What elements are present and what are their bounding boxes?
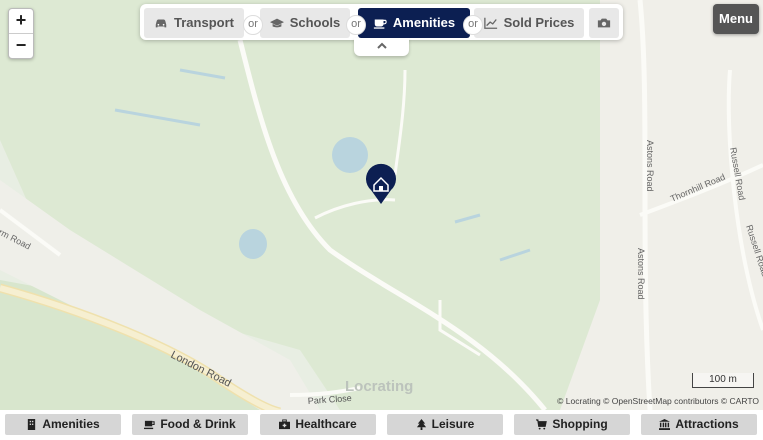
road-label-astons-2: Astons Road bbox=[636, 248, 646, 300]
category-label: Attractions bbox=[675, 417, 739, 431]
chevron-up-icon bbox=[376, 42, 387, 49]
landmark-icon bbox=[659, 419, 671, 430]
sold-prices-button[interactable]: Sold Prices bbox=[474, 8, 584, 38]
road-label-astons-1: Astons Road bbox=[645, 140, 655, 192]
tree-icon bbox=[416, 419, 426, 430]
amenities-button[interactable]: Amenities bbox=[358, 8, 470, 38]
graduation-cap-icon bbox=[269, 18, 284, 28]
camera-icon bbox=[597, 18, 611, 28]
scale-bar: 100 m bbox=[692, 373, 754, 388]
camera-button[interactable] bbox=[589, 8, 619, 38]
category-leisure-button[interactable]: Leisure bbox=[387, 414, 503, 435]
car-icon bbox=[155, 19, 167, 28]
line-chart-icon bbox=[483, 17, 497, 29]
or-separator: or bbox=[243, 15, 263, 35]
coffee-cup-icon bbox=[144, 420, 155, 430]
zoom-control: + − bbox=[8, 8, 34, 59]
sold-prices-label: Sold Prices bbox=[503, 15, 575, 30]
category-attractions-button[interactable]: Attractions bbox=[641, 414, 757, 435]
category-shopping-button[interactable]: Shopping bbox=[514, 414, 630, 435]
category-label: Healthcare bbox=[295, 417, 357, 431]
schools-button[interactable]: Schools bbox=[260, 8, 350, 38]
schools-label: Schools bbox=[289, 15, 341, 30]
map-canvas[interactable]: London Road Park Close Astons Road Aston… bbox=[0, 0, 763, 410]
coffee-cup-icon bbox=[373, 19, 387, 29]
attribution-osm[interactable]: © OpenStreetMap contributors bbox=[603, 396, 718, 406]
menu-button[interactable]: Menu bbox=[713, 4, 759, 34]
or-separator: or bbox=[346, 15, 366, 35]
transport-button[interactable]: Transport bbox=[144, 8, 244, 38]
category-label: Food & Drink bbox=[160, 417, 236, 431]
category-label: Amenities bbox=[42, 417, 100, 431]
or-separator: or bbox=[463, 15, 483, 35]
category-healthcare-button[interactable]: Healthcare bbox=[260, 414, 376, 435]
category-label: Leisure bbox=[431, 417, 475, 431]
category-food-drink-button[interactable]: Food & Drink bbox=[132, 414, 248, 435]
category-amenities-button[interactable]: Amenities bbox=[5, 414, 121, 435]
transport-label: Transport bbox=[174, 15, 234, 30]
category-label: Shopping bbox=[552, 417, 608, 431]
amenities-label: Amenities bbox=[392, 15, 456, 30]
collapse-toolbar-button[interactable] bbox=[354, 38, 409, 56]
zoom-in-button[interactable]: + bbox=[9, 9, 33, 33]
zoom-out-button[interactable]: − bbox=[9, 33, 33, 58]
medical-kit-icon bbox=[279, 419, 291, 430]
building-icon bbox=[28, 419, 36, 430]
category-bar: Amenities Food & Drink Healthcare Leisur… bbox=[0, 410, 763, 440]
attribution-locrating[interactable]: © Locrating bbox=[557, 396, 601, 406]
shopping-cart-icon bbox=[536, 419, 548, 430]
layer-toolbar: Transport or Schools or Amenities or Sol… bbox=[140, 4, 623, 40]
locrating-watermark: Locrating bbox=[345, 378, 414, 395]
map-attribution: © Locrating © OpenStreetMap contributors… bbox=[557, 396, 759, 406]
attribution-carto[interactable]: © CARTO bbox=[721, 396, 759, 406]
